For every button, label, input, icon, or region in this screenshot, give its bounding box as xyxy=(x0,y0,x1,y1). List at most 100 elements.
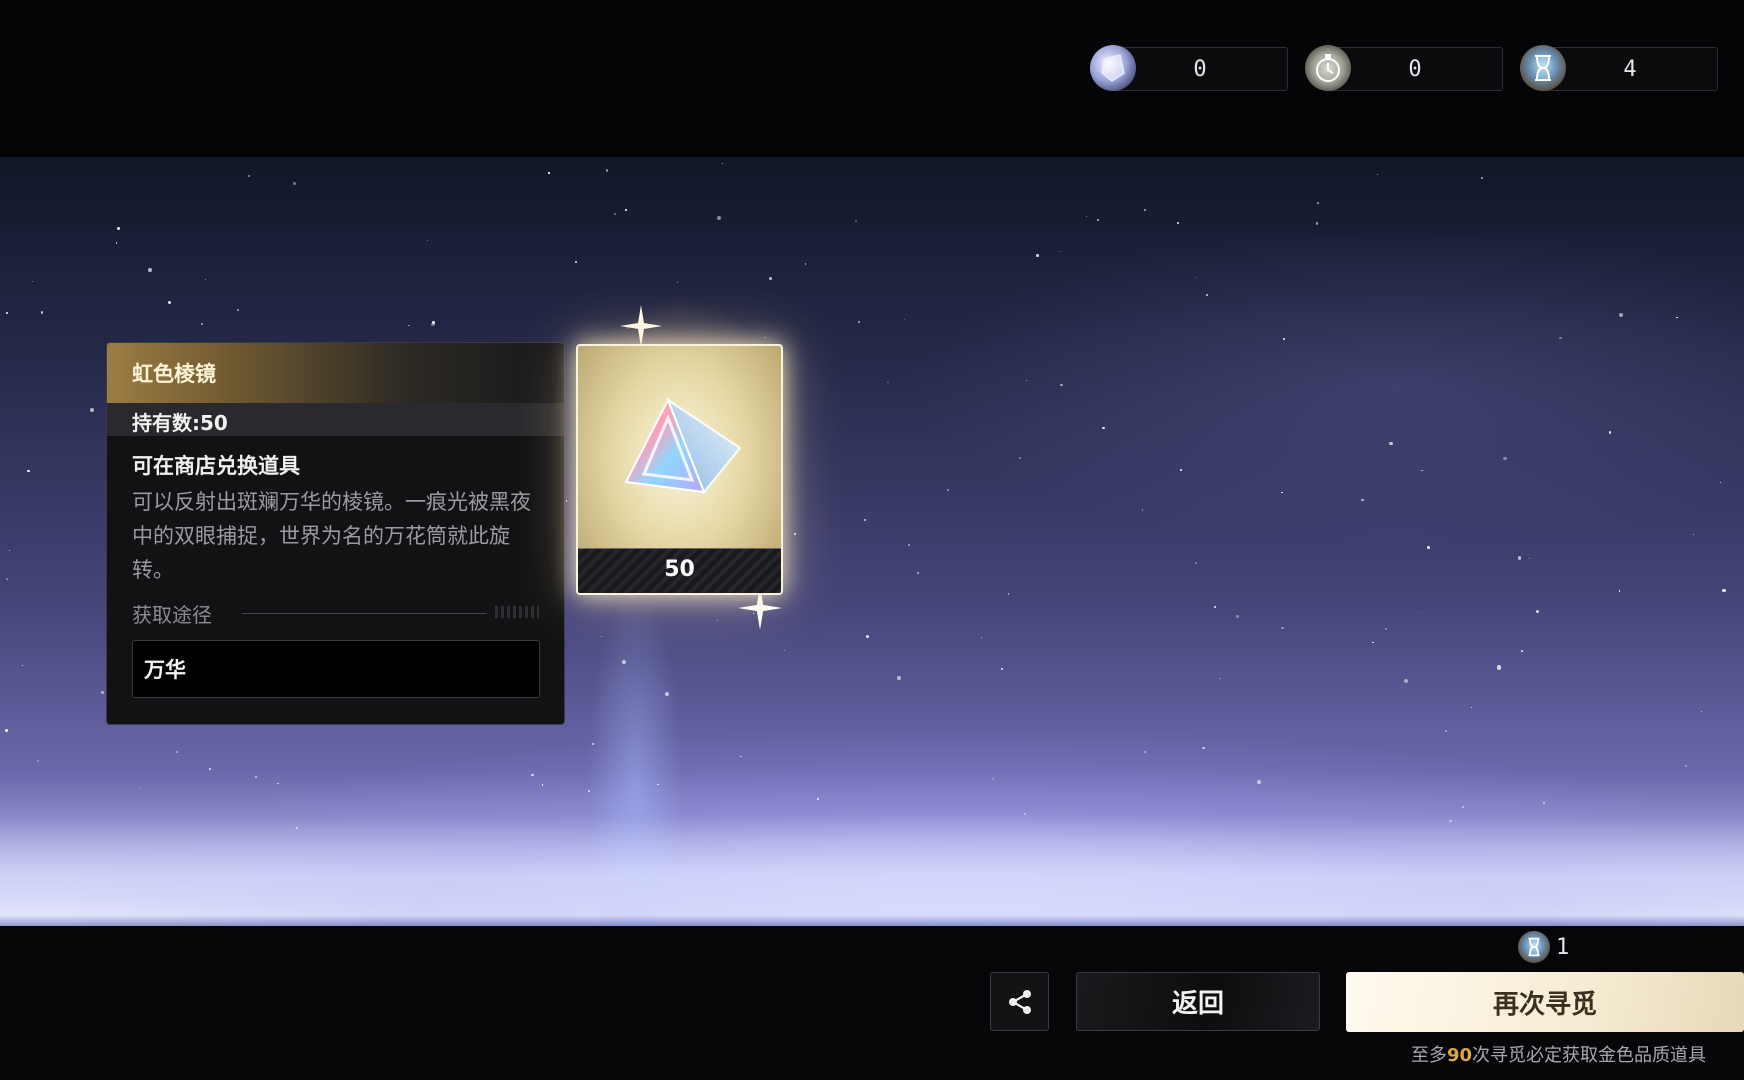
star xyxy=(1214,606,1217,609)
star xyxy=(1634,816,1636,818)
currency-hourglass[interactable]: 4 xyxy=(1520,45,1718,91)
hourglass-icon xyxy=(1520,45,1566,91)
star xyxy=(1722,588,1727,593)
star xyxy=(992,778,995,781)
star xyxy=(1281,627,1284,630)
star xyxy=(116,226,121,230)
star xyxy=(1543,801,1546,804)
star xyxy=(1281,491,1283,493)
star xyxy=(1377,173,1379,175)
star xyxy=(1426,546,1430,550)
star xyxy=(1676,316,1678,319)
star xyxy=(1007,593,1009,595)
currency-value: 4 xyxy=(1542,47,1718,91)
star xyxy=(817,798,820,800)
star xyxy=(5,311,8,314)
item-title-bar: 虹色棱镜 xyxy=(107,343,564,403)
pity-hint: 至多90次寻觅必定获取金色品质道具 xyxy=(1370,1041,1706,1067)
star xyxy=(236,309,239,312)
card-count: 50 xyxy=(664,557,695,582)
star xyxy=(531,774,534,777)
star xyxy=(31,281,33,283)
star xyxy=(887,381,889,384)
star xyxy=(1536,609,1540,613)
star xyxy=(1317,202,1320,205)
star xyxy=(1202,746,1205,750)
star xyxy=(293,182,296,185)
star xyxy=(176,751,178,753)
star xyxy=(6,578,9,581)
star xyxy=(1372,641,1374,644)
star xyxy=(147,267,152,272)
star xyxy=(917,571,920,574)
sparkle-icon xyxy=(620,305,662,347)
star xyxy=(5,729,8,733)
share-button[interactable] xyxy=(990,972,1049,1031)
star xyxy=(717,215,722,220)
star xyxy=(587,789,590,792)
star xyxy=(1141,508,1144,511)
back-button[interactable]: 返回 xyxy=(1076,972,1320,1031)
star xyxy=(904,319,906,321)
hint-suffix: 次寻觅必定获取金色品质道具 xyxy=(1472,1045,1706,1066)
item-card[interactable]: 50 xyxy=(576,344,783,595)
star xyxy=(1001,668,1004,671)
hint-prefix: 至多 xyxy=(1410,1045,1447,1066)
star xyxy=(1315,222,1319,225)
star xyxy=(1470,706,1472,708)
star xyxy=(1219,677,1222,680)
star xyxy=(1684,764,1687,767)
star xyxy=(22,664,24,666)
owned-bar: 持有数:50 xyxy=(107,403,564,436)
star xyxy=(1700,710,1703,713)
star xyxy=(209,768,211,770)
hint-count: 90 xyxy=(1446,1045,1472,1066)
star xyxy=(1720,481,1722,484)
star xyxy=(908,544,910,546)
star xyxy=(204,278,206,281)
currency-value: 0 xyxy=(1112,47,1288,91)
star xyxy=(1019,456,1021,459)
currency-silver-gem[interactable]: 0 xyxy=(1090,45,1288,91)
silver-gem-icon xyxy=(1090,45,1136,91)
currency-pocket-watch[interactable]: 0 xyxy=(1305,45,1503,91)
star xyxy=(721,162,724,165)
source-entry[interactable]: 万华 xyxy=(132,640,540,698)
star xyxy=(100,691,104,695)
star xyxy=(1023,813,1026,816)
star xyxy=(864,519,866,521)
star xyxy=(1445,730,1448,733)
star xyxy=(1559,336,1562,340)
rainbow-prism-icon xyxy=(624,397,742,494)
search-again-button[interactable]: 再次寻觅 xyxy=(1346,972,1744,1032)
item-description: 可以反射出斑斓万华的棱镜。一痕光被黑夜中的双眼捕捉，世界为名的万花筒就此旋转。 xyxy=(132,490,531,582)
star xyxy=(1692,534,1694,536)
star xyxy=(1503,457,1507,461)
star xyxy=(168,301,171,304)
pocket-watch-icon xyxy=(1305,45,1351,91)
star xyxy=(1609,431,1612,434)
star xyxy=(1025,379,1027,382)
star xyxy=(613,212,617,216)
star xyxy=(1256,779,1261,784)
owned-count: 持有数:50 xyxy=(132,411,228,435)
hourglass-icon xyxy=(1518,931,1550,963)
star xyxy=(1194,561,1197,564)
star xyxy=(1143,209,1147,212)
star xyxy=(1282,338,1285,341)
star xyxy=(1618,590,1621,592)
star xyxy=(254,775,257,778)
source-label: 获取途径 xyxy=(132,603,212,627)
star xyxy=(40,311,44,314)
star xyxy=(1497,665,1502,670)
star xyxy=(542,784,544,786)
horizon-glow xyxy=(0,816,1744,926)
star xyxy=(8,549,10,551)
item-info-panel: 虹色棱镜 持有数:50 可在商店兑换道具 可以反射出斑斓万华的棱镜。一痕光被黑夜… xyxy=(106,342,565,725)
star xyxy=(1236,615,1240,618)
star xyxy=(854,220,857,223)
star xyxy=(408,324,411,327)
star xyxy=(426,239,428,241)
star xyxy=(1421,469,1423,472)
card-count-bar: 50 xyxy=(578,548,781,593)
